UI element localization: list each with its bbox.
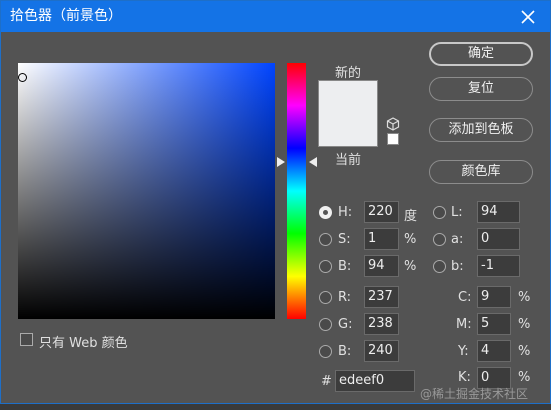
red-label: R: — [338, 290, 352, 305]
saturation-label: S: — [338, 232, 351, 247]
close-icon[interactable] — [520, 9, 536, 25]
radio-brightness[interactable] — [319, 260, 332, 273]
current-color-label: 当前 — [335, 153, 362, 168]
watermark: @稀土掘金技术社区 — [420, 387, 529, 401]
new-color-swatch — [319, 81, 377, 113]
radio-red[interactable] — [319, 291, 332, 304]
radio-lab-a[interactable] — [433, 233, 446, 246]
lab-l-input[interactable]: 94 — [477, 201, 520, 223]
cyan-label: C: — [458, 290, 472, 305]
current-color-swatch[interactable] — [319, 113, 377, 146]
saturation-brightness-field[interactable] — [18, 63, 275, 319]
brightness-input[interactable]: 94 — [364, 255, 399, 277]
radio-green[interactable] — [319, 318, 332, 331]
radio-hue[interactable] — [319, 206, 332, 219]
brightness-label: B: — [338, 259, 352, 274]
magenta-unit: % — [518, 317, 531, 332]
brightness-unit: % — [404, 259, 417, 274]
green-label: G: — [338, 317, 353, 332]
window-title: 拾色器（前景色） — [10, 8, 122, 24]
color-libraries-button[interactable]: 颜色库 — [429, 160, 533, 184]
web-safe-color-swatch[interactable] — [387, 133, 399, 145]
magenta-input[interactable]: 5 — [477, 313, 511, 335]
hue-slider-left-arrow-icon[interactable] — [277, 157, 285, 167]
web-colors-only-label: 只有 Web 颜色 — [39, 336, 128, 351]
hue-slider[interactable] — [287, 63, 306, 319]
web-safe-cube-icon[interactable] — [386, 117, 400, 131]
green-input[interactable]: 238 — [364, 313, 399, 335]
blue-label: B: — [338, 344, 352, 359]
lab-a-input[interactable]: 0 — [477, 228, 520, 250]
magenta-label: M: — [456, 317, 472, 332]
hue-slider-right-arrow-icon[interactable] — [309, 157, 317, 167]
color-picker-dialog: 拾色器（前景色） 新的 当前 确定 复位 添加到色板 颜色库 H: 220 度 … — [0, 0, 551, 404]
lab-b-input[interactable]: -1 — [477, 255, 520, 277]
ok-button[interactable]: 确定 — [429, 42, 533, 66]
hue-label: H: — [338, 205, 353, 220]
hex-label: # — [321, 374, 332, 389]
radio-lab-b[interactable] — [433, 260, 446, 273]
color-picker-marker[interactable] — [18, 73, 27, 82]
yellow-unit: % — [518, 344, 531, 359]
hue-unit: 度 — [404, 209, 418, 224]
yellow-input[interactable]: 4 — [477, 340, 511, 362]
radio-lab-l[interactable] — [433, 206, 446, 219]
radio-blue[interactable] — [319, 345, 332, 358]
black-unit: % — [518, 370, 531, 385]
blue-input[interactable]: 240 — [364, 340, 399, 362]
new-color-label: 新的 — [335, 66, 362, 81]
reset-button[interactable]: 复位 — [429, 77, 533, 101]
lab-a-label: a: — [451, 232, 464, 247]
lab-b-label: b: — [451, 259, 464, 274]
cyan-input[interactable]: 9 — [477, 286, 511, 308]
lab-l-label: L: — [451, 205, 463, 220]
black-label: K: — [458, 370, 471, 385]
hex-input[interactable]: edeef0 — [335, 370, 415, 392]
yellow-label: Y: — [458, 344, 469, 359]
saturation-input[interactable]: 1 — [364, 228, 399, 250]
title-bar: 拾色器（前景色） — [1, 1, 550, 32]
cyan-unit: % — [518, 290, 531, 305]
radio-saturation[interactable] — [319, 233, 332, 246]
saturation-unit: % — [404, 232, 417, 247]
web-colors-only-checkbox[interactable] — [20, 333, 33, 346]
add-to-swatches-button[interactable]: 添加到色板 — [429, 118, 533, 142]
red-input[interactable]: 237 — [364, 286, 399, 308]
hue-input[interactable]: 220 — [364, 201, 399, 223]
